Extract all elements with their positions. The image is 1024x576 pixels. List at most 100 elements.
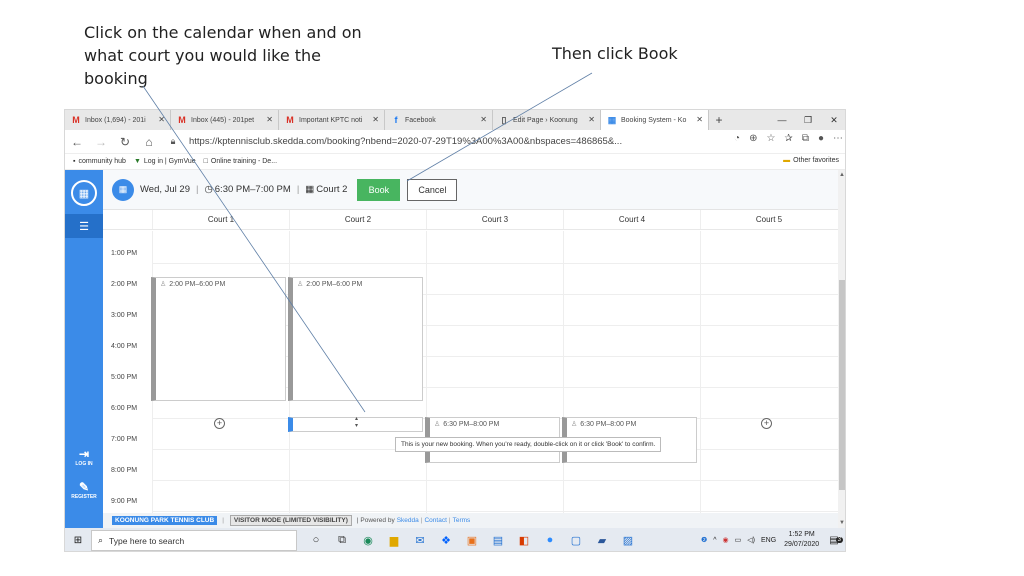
close-window-icon[interactable]: ✕ [821,110,845,130]
extension-icon[interactable]: ⊕ [749,133,757,144]
zoom-icon[interactable]: ● [537,534,563,547]
event-time: 2:00 PM–6:00 PM [306,281,363,288]
list-view-icon[interactable]: ☰ [65,214,103,238]
booking-court2-event[interactable]: ♙ 2:00 PM–6:00 PM [288,277,423,401]
tab-label: Booking System - Ko [621,116,687,124]
home-icon[interactable]: ⌂ [137,135,161,149]
tab-inbox-2[interactable]: M Inbox (445) - 201pet ✕ [171,110,279,130]
profile-avatar-icon[interactable]: ● [818,133,824,144]
task-view-icon[interactable]: ⧉ [329,534,355,547]
skedda-link[interactable]: Skedda [397,517,419,524]
clock-date: 29/07/2020 [784,541,820,548]
office-icon[interactable]: ◧ [511,534,537,547]
forward-icon[interactable]: → [89,135,113,149]
back-icon[interactable]: ← [65,135,89,149]
word-icon[interactable]: ▰ [589,534,615,547]
calendar-logo-icon[interactable]: ▦ [71,180,97,206]
other-favorites[interactable]: ▬ Other favorites [783,157,839,164]
close-tab-icon[interactable]: ✕ [588,115,595,124]
restore-icon[interactable]: ❐ [795,110,821,130]
terms-link[interactable]: Terms [453,517,471,524]
court-header-3: Court 3 [426,210,563,229]
favorite-star-icon[interactable]: ☆ [766,133,775,144]
person-icon: ♙ [434,421,441,428]
more-menu-icon[interactable]: ⋯ [833,133,843,144]
booking-court3-event[interactable]: ♙ 6:30 PM–8:00 PM [425,417,560,463]
scroll-up-icon[interactable]: ▲ [839,172,845,178]
login-button[interactable]: ⇥ LOG IN [65,447,103,467]
close-tab-icon[interactable]: ✕ [480,115,487,124]
community-icon: ▪ [73,158,76,165]
close-tab-icon[interactable]: ✕ [158,115,165,124]
url-field[interactable]: https://kptennisclub.skedda.com/booking?… [189,136,622,147]
mail-icon[interactable]: ✉ [407,534,433,547]
booking-toolbar: ▦ Wed, Jul 29 | ◷ 6:30 PM–7:00 PM | ▦ Co… [103,170,845,210]
booking-court4-event[interactable]: ♙ 6:30 PM–8:00 PM [562,417,697,463]
tab-booking-system[interactable]: ▦ Booking System - Ko ✕ [601,110,709,130]
bookmark-community-hub[interactable]: ▪ community hub [73,158,126,165]
tracking-icon[interactable]: ◔ [734,133,740,144]
battery-icon[interactable]: ▭ [735,536,742,544]
favorites-icon[interactable]: ✰ [784,133,792,144]
address-bar-actions: ◔ ⊕ ☆ ✰ ⧉ ● ⋯ [734,133,843,144]
photos-icon[interactable]: ▨ [615,534,641,547]
tab-edit-page[interactable]: ▯ Edit Page › Koonung ✕ [493,110,601,130]
minimize-icon[interactable]: — [769,110,795,130]
resize-handle-icon[interactable]: ▴ ▾ [355,416,358,430]
separator: | [196,184,199,195]
volume-icon[interactable]: ◁) [747,536,755,544]
scrollbar[interactable]: ▲ ▼ [838,170,845,528]
help-icon[interactable]: ❷ [701,536,707,544]
app-window-icon[interactable]: ▢ [563,534,589,547]
facebook-icon: f [394,115,398,125]
add-booking-icon[interactable]: + [761,418,772,429]
separator: | [296,184,300,195]
taskbar-apps: ○ ⧉ ◉ ▆ ✉ ❖ ▣ ▤ ◧ ● ▢ ▰ ▨ [303,534,641,547]
edge-icon[interactable]: ◉ [355,534,381,547]
tab-inbox-1[interactable]: M Inbox (1,694) - 201i ✕ [65,110,171,130]
close-tab-icon[interactable]: ✕ [372,115,379,124]
windows-start-icon[interactable]: ⊞ [65,535,91,546]
booking-date: Wed, Jul 29 [140,184,190,195]
app-s-icon[interactable]: ▣ [459,534,485,547]
scrollbar-thumb[interactable] [839,280,845,490]
bookmark-gymvue[interactable]: ▼ Log in | GymVue [134,158,196,165]
book-button[interactable]: Book [357,178,401,201]
file-explorer-icon[interactable]: ▆ [381,534,407,547]
scroll-down-icon[interactable]: ▼ [839,520,845,526]
clock[interactable]: 1:52 PM 29/07/2020 [784,530,819,550]
dropbox-icon[interactable]: ❖ [433,534,459,547]
new-tab-button[interactable]: + [709,110,729,130]
cancel-button[interactable]: Cancel [407,178,458,201]
collections-icon[interactable]: ⧉ [802,133,809,144]
tab-label: Inbox (445) - 201pet [191,116,255,124]
new-booking-block[interactable]: ▴ ▾ [288,416,423,432]
tab-important[interactable]: M Important KPTC noti ✕ [279,110,385,130]
language-indicator[interactable]: ENG [761,537,776,544]
add-booking-icon[interactable]: + [214,418,225,429]
page-icon: □ [203,158,208,165]
calendar-app-icon[interactable]: ▤ [485,534,511,547]
refresh-icon[interactable]: ↻ [113,135,137,149]
booking-court1-event[interactable]: ♙ 2:00 PM–6:00 PM [151,277,286,401]
booking-court: Court 2 [316,184,348,195]
contact-link[interactable]: Contact [424,517,446,524]
bookmark-label: Log in | GymVue [143,158,196,165]
chevron-up-icon[interactable]: ^ [713,537,716,544]
event-time: 6:30 PM–8:00 PM [580,421,637,428]
close-tab-icon[interactable]: ✕ [266,115,273,124]
cortana-icon[interactable]: ○ [303,534,329,547]
gmail-icon: M [286,115,294,125]
skedda-icon: ▦ [607,114,617,125]
bookmark-online-training[interactable]: □ Online training - De... [204,158,277,165]
tab-facebook[interactable]: f Facebook ✕ [385,110,493,130]
gymvue-icon: ▼ [133,158,141,165]
booking-time: 6:30 PM–7:00 PM [214,184,291,195]
antivirus-icon[interactable]: ◉ [723,536,729,544]
login-label: LOG IN [75,461,93,467]
event-time: 2:00 PM–6:00 PM [169,281,226,288]
person-icon: ♙ [297,281,304,288]
register-button[interactable]: ✎ REGISTER [65,480,103,500]
close-tab-icon[interactable]: ✕ [696,115,703,124]
taskbar-search[interactable]: ⌕ Type here to search [91,530,297,551]
